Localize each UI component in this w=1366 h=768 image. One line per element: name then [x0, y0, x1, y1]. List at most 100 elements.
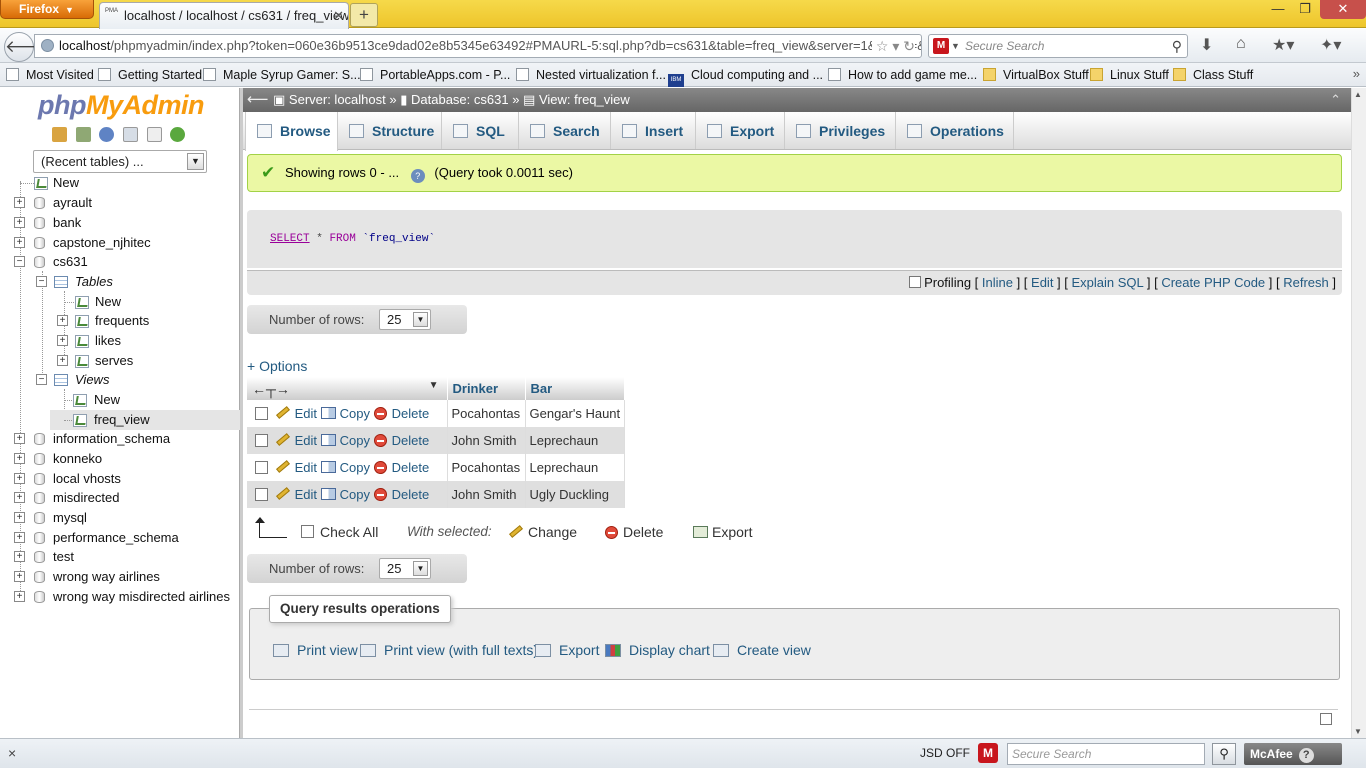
- delete-link[interactable]: Delete: [392, 487, 430, 502]
- edit-link[interactable]: Edit: [295, 406, 317, 421]
- search-magnifier-icon[interactable]: ⚲: [1212, 743, 1236, 765]
- copy-link[interactable]: Copy: [340, 487, 370, 502]
- tree-item-new-view[interactable]: New: [0, 390, 240, 410]
- tree-item-db[interactable]: + ayrault: [0, 193, 240, 213]
- search-bar[interactable]: M ▼ Secure Search ⚲: [928, 34, 1188, 58]
- window-minimize-icon[interactable]: —: [1264, 0, 1292, 19]
- expand-icon[interactable]: +: [57, 335, 68, 346]
- reload-nav-icon[interactable]: [170, 127, 186, 142]
- bookmark-portableapps[interactable]: PortableApps.com - P...: [360, 66, 510, 84]
- help-icon[interactable]: [99, 127, 115, 142]
- delete-link[interactable]: Delete: [392, 460, 430, 475]
- mcafee-shield-icon[interactable]: M: [978, 743, 998, 763]
- tab-close-icon[interactable]: ✕: [333, 3, 344, 28]
- history-dropdown-icon[interactable]: ▾: [892, 38, 899, 54]
- bookmark-cloud-computing[interactable]: IBM Cloud computing and ...: [668, 66, 823, 87]
- expand-icon[interactable]: +: [14, 512, 25, 523]
- tree-item-db[interactable]: + information_schema: [0, 429, 240, 449]
- expand-icon[interactable]: +: [14, 551, 25, 562]
- bookmark-most-visited[interactable]: Most Visited: [6, 66, 94, 84]
- new-tab-button[interactable]: +: [350, 3, 378, 27]
- firefox-menu-button[interactable]: Firefox ▼: [0, 0, 94, 19]
- recent-tables-select[interactable]: (Recent tables) ... ▼: [33, 150, 207, 173]
- bookmark-add-game-me[interactable]: How to add game me...: [828, 66, 977, 84]
- bookmark-nested-virtualization[interactable]: Nested virtualization f...: [516, 66, 666, 84]
- copy-link[interactable]: Copy: [340, 460, 370, 475]
- bookmarks-menu-icon[interactable]: ★▾: [1272, 35, 1294, 55]
- download-arrow-icon[interactable]: ⬇: [1200, 35, 1213, 55]
- expand-icon[interactable]: +: [14, 571, 25, 582]
- expand-icon[interactable]: +: [57, 315, 68, 326]
- edit-link[interactable]: Edit: [295, 487, 317, 502]
- tab-privileges[interactable]: Privileges: [785, 112, 896, 149]
- collapse-icon[interactable]: −: [14, 256, 25, 267]
- bookmarks-overflow-icon[interactable]: »: [1353, 66, 1360, 81]
- reload-icon[interactable]: ↻: [903, 38, 915, 54]
- bookmark-getting-started[interactable]: Getting Started: [98, 66, 202, 84]
- expand-icon[interactable]: +: [14, 433, 25, 444]
- bookmark-folder-linux[interactable]: Linux Stuff: [1090, 66, 1169, 84]
- tree-item-view-selected[interactable]: freq_view: [50, 410, 240, 430]
- print-view-link[interactable]: Print view: [273, 641, 358, 659]
- delete-link[interactable]: Delete: [392, 406, 430, 421]
- export-results-link[interactable]: Export: [535, 641, 599, 659]
- tree-item-db[interactable]: + wrong way airlines: [0, 567, 240, 587]
- bookmark-maple-syrup-gamer[interactable]: Maple Syrup Gamer: S...: [203, 66, 361, 84]
- close-icon[interactable]: ×: [8, 745, 16, 761]
- options-link[interactable]: + Options: [247, 358, 307, 374]
- scroll-up-icon[interactable]: ▲: [1354, 90, 1362, 99]
- breadcrumb-server[interactable]: Server: localhost: [289, 92, 386, 107]
- edit-link[interactable]: Edit: [295, 460, 317, 475]
- tree-item-db[interactable]: + test: [0, 547, 240, 567]
- url-bar-icons[interactable]: ☆ ▾ ↻: [871, 35, 915, 57]
- url-bar[interactable]: localhost/phpmyadmin/index.php?token=060…: [34, 34, 922, 58]
- home-icon[interactable]: [52, 127, 67, 142]
- expand-icon[interactable]: +: [14, 532, 25, 543]
- tab-export[interactable]: Export: [696, 112, 785, 149]
- collapse-icon[interactable]: −: [36, 374, 47, 385]
- refresh-link[interactable]: Refresh: [1283, 275, 1329, 290]
- display-chart-link[interactable]: Display chart: [605, 641, 710, 659]
- bulk-delete-button[interactable]: Delete: [605, 519, 663, 545]
- window-maximize-icon[interactable]: ❐: [1292, 0, 1318, 19]
- check-all-label[interactable]: Check All: [320, 519, 378, 545]
- create-view-link[interactable]: Create view: [713, 641, 811, 659]
- expand-icon[interactable]: +: [14, 453, 25, 464]
- explain-sql-link[interactable]: Explain SQL: [1072, 275, 1144, 290]
- expand-icon[interactable]: +: [14, 492, 25, 503]
- menu-toggle-icon[interactable]: ⟵: [247, 88, 269, 112]
- sort-dropdown-icon[interactable]: ▼: [429, 380, 439, 391]
- tree-item-views-container[interactable]: − Views: [0, 370, 240, 390]
- tree-item-db[interactable]: + capstone_njhitec: [0, 233, 240, 253]
- tab-search[interactable]: Search: [519, 112, 611, 149]
- home-icon[interactable]: ⌂: [1236, 35, 1246, 53]
- vertical-scrollbar[interactable]: ▲ ▼: [1351, 88, 1366, 738]
- tree-item-db-cs631[interactable]: − cs631: [0, 252, 240, 272]
- console-icon[interactable]: [1320, 713, 1332, 725]
- back-arrow-icon[interactable]: 🡐: [4, 32, 51, 62]
- number-of-rows-select[interactable]: 25 ▼: [379, 309, 431, 330]
- delete-link[interactable]: Delete: [392, 433, 430, 448]
- tree-item-db[interactable]: + local vhosts: [0, 469, 240, 489]
- tree-item-db[interactable]: + mysql: [0, 508, 240, 528]
- print-view-full-link[interactable]: Print view (with full texts): [360, 641, 538, 659]
- cell-drinker[interactable]: John Smith: [447, 427, 526, 454]
- column-header-drinker[interactable]: Drinker: [447, 377, 526, 400]
- expand-icon[interactable]: +: [14, 237, 25, 248]
- cell-bar[interactable]: Gengar's Haunt: [525, 400, 626, 427]
- search-magnifier-icon[interactable]: ⚲: [1172, 35, 1182, 57]
- row-checkbox[interactable]: [255, 488, 268, 501]
- bookmark-folder-class[interactable]: Class Stuff: [1173, 66, 1253, 84]
- number-of-rows-select[interactable]: 25 ▼: [379, 558, 431, 579]
- logout-icon[interactable]: [75, 127, 91, 142]
- tab-browse[interactable]: Browse: [245, 112, 338, 151]
- breadcrumb-database[interactable]: Database: cs631: [411, 92, 509, 107]
- phpmyadmin-logo[interactable]: phpMyAdmin: [38, 90, 204, 121]
- cell-drinker[interactable]: Pocahontas: [447, 400, 526, 427]
- search-engine-dropdown-icon[interactable]: ▼: [951, 35, 960, 57]
- navigation-resize-handle[interactable]: [240, 88, 243, 738]
- expand-icon[interactable]: +: [14, 591, 25, 602]
- tree-item-db[interactable]: + konneko: [0, 449, 240, 469]
- cell-bar[interactable]: Leprechaun: [525, 454, 626, 481]
- cell-bar[interactable]: Leprechaun: [525, 427, 626, 454]
